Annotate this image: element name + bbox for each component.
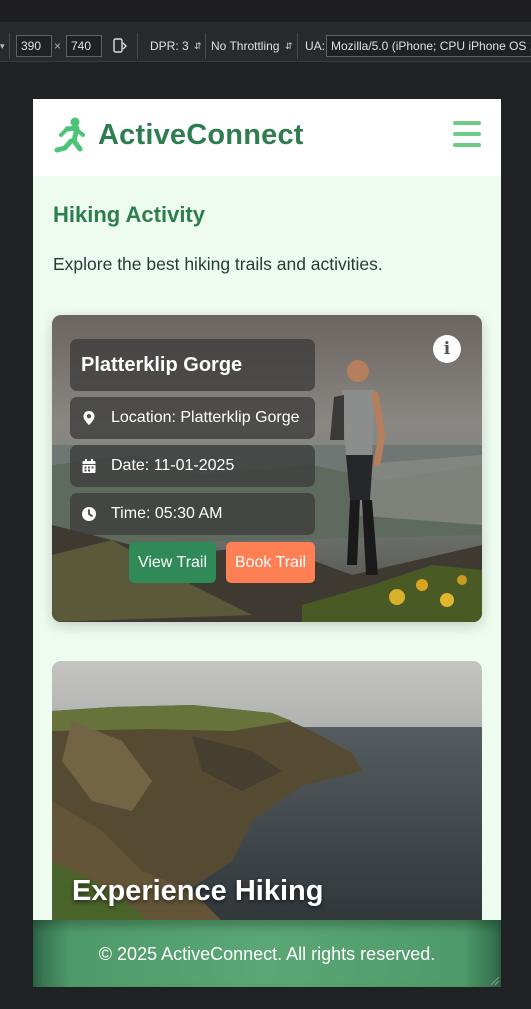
times-sign: × bbox=[54, 39, 62, 53]
site-header: ActiveConnect bbox=[33, 99, 501, 176]
trail-name: Platterklip Gorge bbox=[70, 339, 315, 391]
book-trail-button[interactable]: Book Trail bbox=[226, 542, 315, 583]
ua-label: UA: bbox=[305, 39, 326, 53]
devtools-toolbar: ▾ 390 × 740 DPR: 3 ⇵ No Throttling ⇵ UA:… bbox=[0, 0, 531, 62]
site-footer: © 2025 ActiveConnect. All rights reserve… bbox=[33, 920, 501, 987]
trail-card: i Platterklip Gorge Location: Platterkli… bbox=[52, 315, 482, 622]
width-input[interactable]: 390 bbox=[16, 35, 52, 57]
hamburger-icon[interactable] bbox=[453, 121, 481, 147]
page-intro: Explore the best hiking trails and activ… bbox=[53, 254, 383, 274]
throttling-select[interactable]: No Throttling bbox=[211, 33, 279, 59]
throttling-select-arrows: ⇵ bbox=[285, 41, 293, 51]
trail-location: Location: Platterklip Gorge bbox=[111, 409, 300, 426]
dpr-select[interactable]: DPR: 3 bbox=[150, 33, 189, 59]
map-pin-icon bbox=[83, 411, 95, 425]
rotate-icon[interactable] bbox=[113, 33, 127, 59]
trail-date: Date: 11-01-2025 bbox=[111, 457, 235, 474]
brand-name[interactable]: ActiveConnect bbox=[98, 119, 304, 152]
clock-icon bbox=[82, 507, 96, 521]
footer-copyright: © 2025 ActiveConnect. All rights reserve… bbox=[98, 944, 436, 964]
info-icon[interactable]: i bbox=[433, 335, 461, 363]
trail-date-row: Date: 11-01-2025 bbox=[70, 445, 315, 487]
device-viewport: ActiveConnect Hiking Activity Explore th… bbox=[33, 99, 501, 987]
page-title: Hiking Activity bbox=[53, 202, 205, 227]
trail-time-row: Time: 05:30 AM bbox=[70, 493, 315, 535]
view-trail-button[interactable]: View Trail bbox=[129, 542, 216, 583]
dpr-select-arrows: ⇵ bbox=[194, 41, 202, 51]
calendar-icon bbox=[82, 459, 96, 473]
device-toolbar-row: ▾ 390 × 740 DPR: 3 ⇵ No Throttling ⇵ UA:… bbox=[0, 33, 531, 59]
devtools-top-strip bbox=[0, 0, 531, 22]
dimensions-dropdown-arrow[interactable]: ▾ bbox=[0, 33, 5, 59]
trail-time: Time: 05:30 AM bbox=[111, 505, 223, 522]
trail-location-row: Location: Platterklip Gorge bbox=[70, 397, 315, 439]
experience-card: Experience Hiking bbox=[52, 661, 482, 951]
resize-handle-icon[interactable] bbox=[488, 974, 500, 986]
running-person-icon bbox=[54, 117, 85, 153]
height-input[interactable]: 740 bbox=[66, 35, 102, 57]
experience-title: Experience Hiking bbox=[72, 875, 324, 907]
user-agent-input[interactable]: Mozilla/5.0 (iPhone; CPU iPhone OS 14 bbox=[326, 35, 531, 57]
